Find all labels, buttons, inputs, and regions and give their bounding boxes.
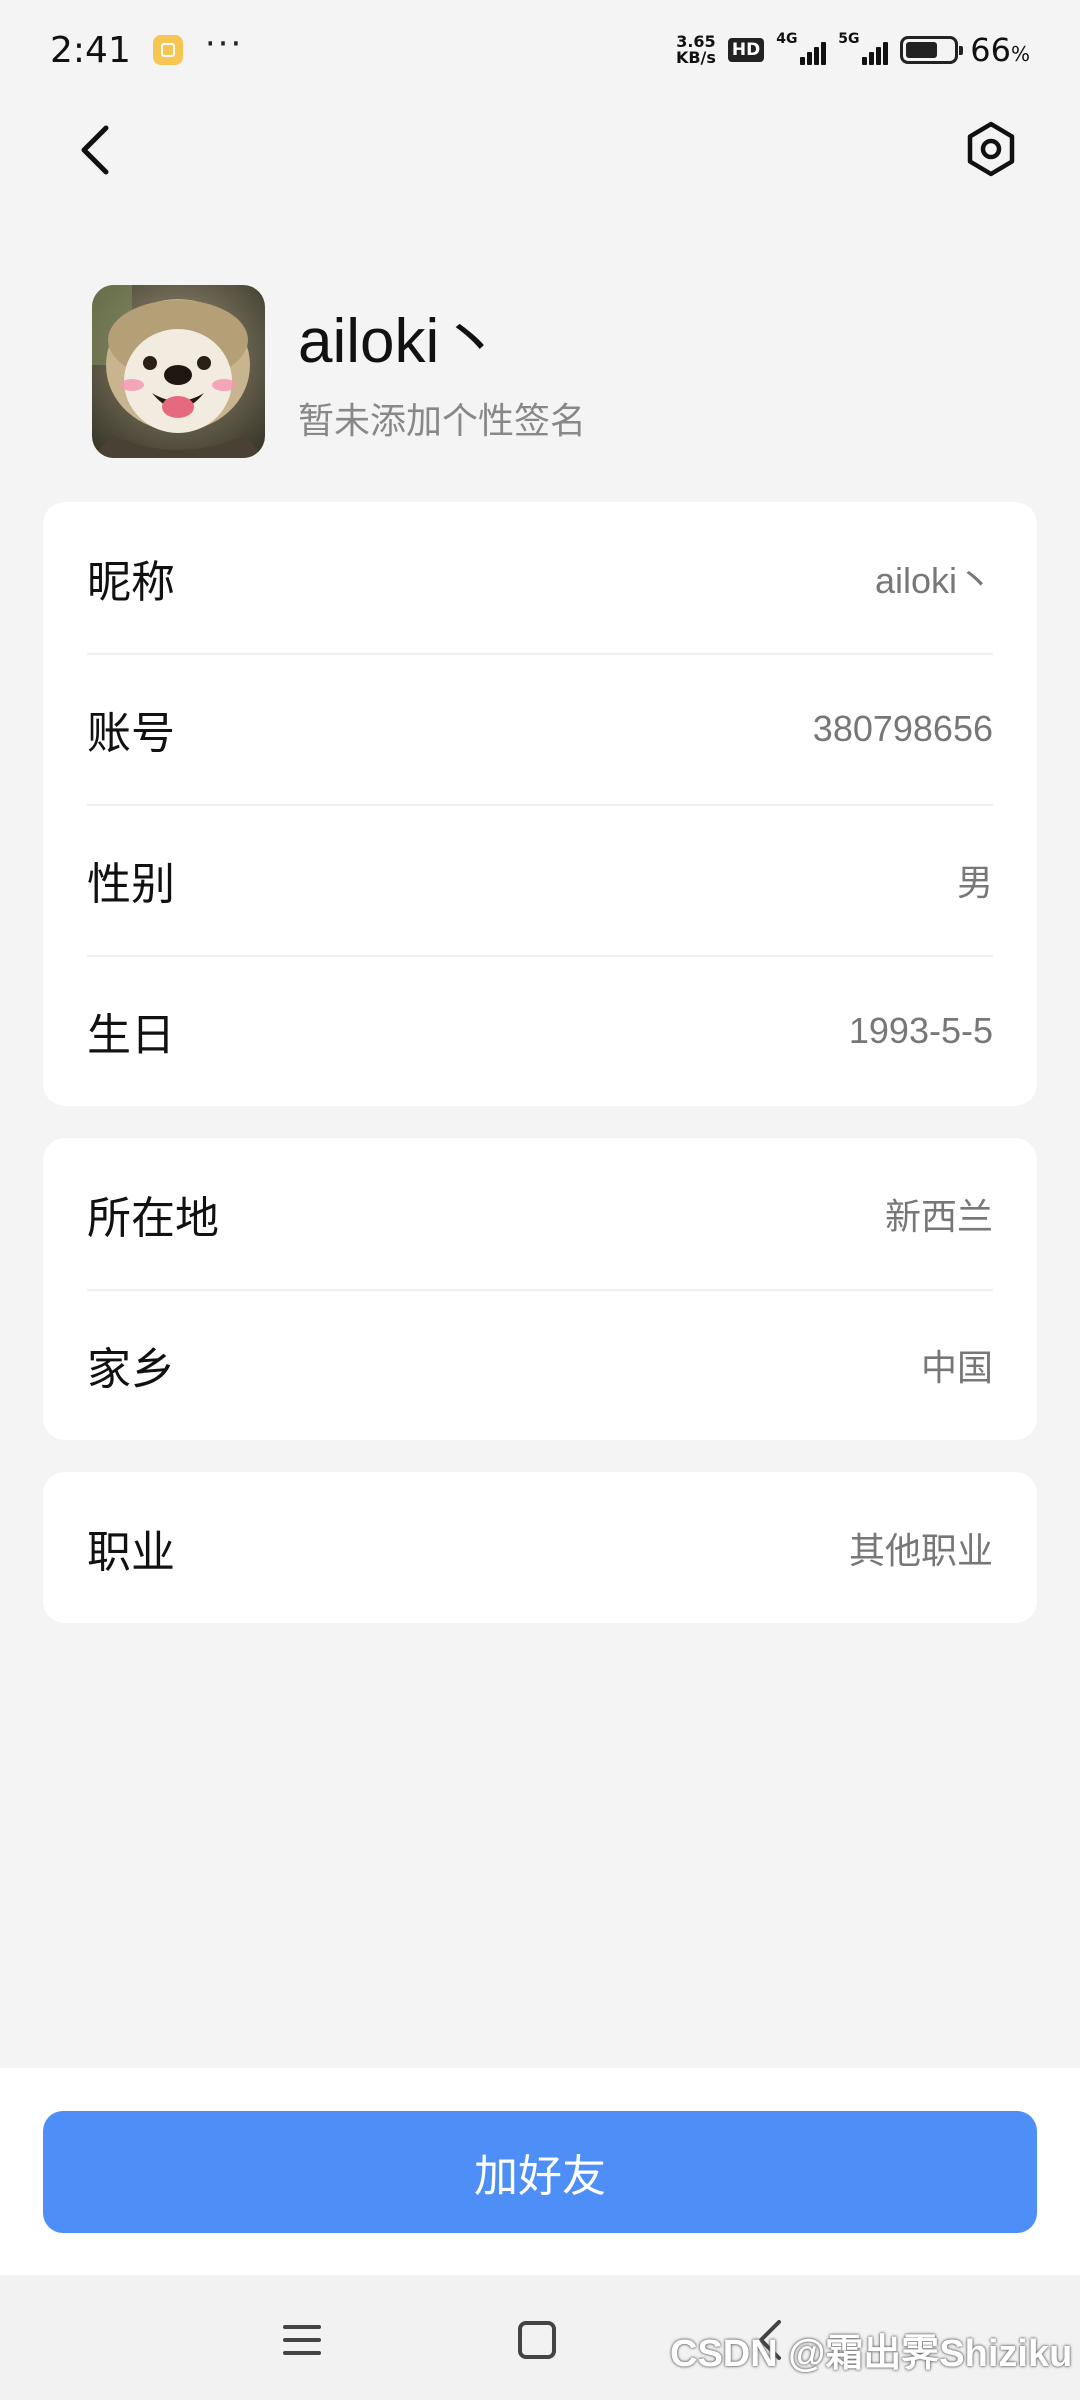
battery-percentage: 66% (970, 31, 1030, 69)
row-label: 职业 (87, 1526, 175, 1578)
row-label: 家乡 (87, 1343, 175, 1395)
row-value: 中国 (920, 1346, 993, 1388)
info-row-location[interactable]: 所在地 新西兰 (43, 1138, 1037, 1289)
settings-button[interactable] (960, 118, 1022, 180)
settings-hexagon-icon (967, 121, 1015, 177)
row-value: 1993-5-5 (848, 1009, 993, 1051)
row-value: 新西兰 (884, 1195, 993, 1237)
profile-signature: 暂未添加个性签名 (298, 401, 587, 442)
battery-percentage-value: 66 (970, 31, 1011, 69)
menu-icon (283, 2325, 321, 2355)
info-row-birthday[interactable]: 生日 1993-5-5 (43, 955, 1037, 1106)
basic-info-card: 昵称 ailoki丶 账号 380798656 性别 男 生日 1993-5-5 (43, 502, 1037, 1106)
back-button[interactable] (70, 120, 120, 180)
signal-4g-label: 4G (776, 31, 798, 47)
signal-4g-icon: 4G (776, 31, 827, 65)
occupation-info-card: 职业 其他职业 (43, 1472, 1037, 1623)
info-row-occupation[interactable]: 职业 其他职业 (43, 1472, 1037, 1623)
row-label: 生日 (87, 1009, 175, 1061)
status-bar: 2:41 ··· 3.65 KB/s HD 4G 5G 66% (0, 0, 1080, 100)
status-left: 2:41 ··· (50, 24, 244, 71)
network-speed: 3.65 KB/s (676, 34, 716, 66)
row-label: 账号 (87, 707, 175, 759)
recent-apps-button[interactable] (277, 2315, 327, 2365)
battery-fill (906, 42, 937, 58)
info-row-gender[interactable]: 性别 男 (43, 804, 1037, 955)
network-speed-unit: KB/s (675, 48, 716, 67)
row-label: 性别 (87, 858, 175, 910)
notification-app-icon (152, 35, 183, 65)
profile-name: ailoki丶 (298, 307, 502, 376)
avatar-dog-image (92, 285, 265, 458)
row-label: 昵称 (87, 556, 175, 608)
row-value: ailoki丶 (874, 559, 993, 601)
bottom-action-area: 加好友 (0, 2068, 1080, 2275)
home-square-icon (518, 2321, 556, 2359)
location-info-card: 所在地 新西兰 家乡 中国 (43, 1138, 1037, 1440)
battery-icon (900, 36, 964, 64)
row-value: 380798656 (812, 707, 993, 749)
info-row-hometown[interactable]: 家乡 中国 (43, 1289, 1037, 1440)
more-notifications-icon: ··· (204, 24, 244, 64)
back-arrow-icon (81, 125, 109, 175)
info-row-nickname[interactable]: 昵称 ailoki丶 (43, 502, 1037, 653)
signal-5g-label: 5G (838, 31, 860, 47)
hd-voice-icon: HD (727, 38, 765, 62)
row-value: 其他职业 (848, 1529, 993, 1571)
signal-5g-icon: 5G (838, 31, 889, 65)
status-time: 2:41 (50, 29, 131, 71)
battery-percent-sign: % (1010, 42, 1030, 66)
avatar[interactable] (92, 285, 265, 458)
status-right: 3.65 KB/s HD 4G 5G 66% (676, 31, 1030, 69)
home-button[interactable] (512, 2315, 562, 2365)
row-value: 男 (956, 861, 993, 903)
row-label: 所在地 (87, 1192, 219, 1244)
info-row-account[interactable]: 账号 380798656 (43, 653, 1037, 804)
add-friend-button[interactable]: 加好友 (43, 2111, 1037, 2233)
watermark: CSDN @霜出霁Shiziku (670, 2333, 1073, 2375)
